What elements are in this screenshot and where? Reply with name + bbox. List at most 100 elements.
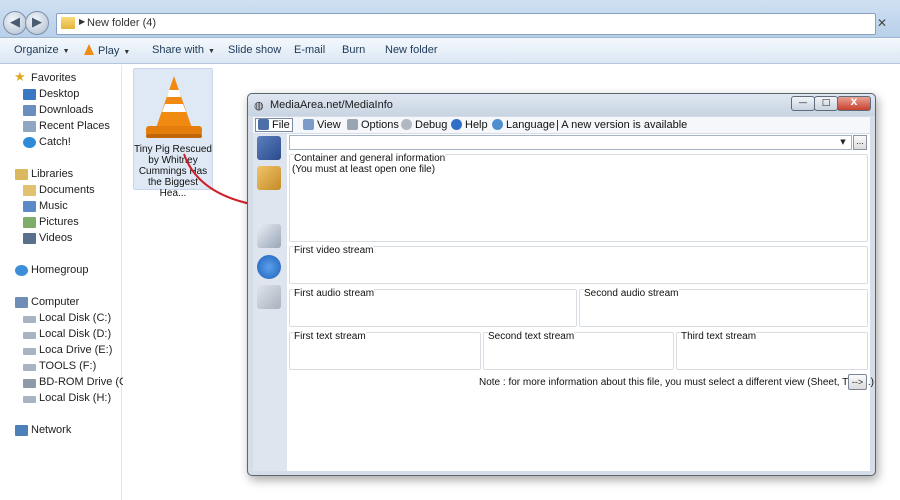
address-box[interactable]: ▶ New folder (4) xyxy=(56,13,876,35)
slide-show-button[interactable]: Slide show xyxy=(228,44,281,56)
open-file-icon[interactable] xyxy=(257,136,281,160)
new-version-notice[interactable]: | A new version is available xyxy=(556,119,687,131)
drive-icon xyxy=(23,316,36,323)
nav-label: TOOLS (F:) xyxy=(39,360,97,372)
general-info-group: Container and general information (You m… xyxy=(289,153,868,242)
menu-view[interactable]: View xyxy=(303,119,341,131)
catch-icon xyxy=(23,137,36,148)
file-menu-icon xyxy=(258,119,269,130)
chevron-down-icon: ▼ xyxy=(840,138,846,146)
drive-icon xyxy=(23,348,36,355)
general-info-text: (You must at least open one file) xyxy=(292,164,436,175)
debug-menu-icon xyxy=(401,119,412,130)
group-title: Second text stream xyxy=(488,331,575,342)
maximize-button[interactable]: □ xyxy=(814,96,838,111)
file-select-combo[interactable]: ▼ xyxy=(289,135,852,150)
drive-icon xyxy=(23,332,36,339)
forward-button[interactable]: ▶ xyxy=(25,11,49,35)
text-stream-2-group: Second text stream xyxy=(483,331,674,370)
change-view-button[interactable]: --> xyxy=(848,374,867,390)
videos-icon xyxy=(23,233,36,244)
export-icon[interactable] xyxy=(257,285,281,309)
menu-help[interactable]: Help xyxy=(451,119,488,131)
menu-debug[interactable]: Debug xyxy=(401,119,447,131)
video-stream-group: First video stream xyxy=(289,245,868,284)
organize-button[interactable]: Organize ▼ xyxy=(14,44,70,56)
about-icon[interactable] xyxy=(257,255,281,279)
nav-label: Pictures xyxy=(39,216,79,228)
dropdown-arrow-icon: ▼ xyxy=(62,48,70,55)
options-menu-icon xyxy=(347,119,358,130)
address-bar-area: ◀ ▶ ▶ New folder (4) ✕ xyxy=(0,0,900,38)
menu-language[interactable]: Language xyxy=(492,119,555,131)
nav-label: Local Disk (C:) xyxy=(39,312,112,324)
menu-bar: File View Options Debug Help Language | … xyxy=(253,117,870,133)
group-title: First text stream xyxy=(294,331,366,342)
nav-label: Documents xyxy=(39,184,95,196)
back-button[interactable]: ◀ xyxy=(3,11,27,35)
pictures-icon xyxy=(23,217,36,228)
nav-label: Computer xyxy=(31,296,80,308)
nav-label: Recent Places xyxy=(39,120,110,132)
group-title: First audio stream xyxy=(294,288,375,299)
libraries-icon xyxy=(15,169,28,180)
nav-label: Libraries xyxy=(31,168,74,180)
nav-label: Network xyxy=(31,424,72,436)
audio-stream-1-group: First audio stream xyxy=(289,288,577,327)
mediainfo-window: ◍ MediaArea.net/MediaInfo — □ X File Vie… xyxy=(247,93,876,476)
drive-icon xyxy=(23,364,36,371)
nav-label: Loca Drive (E:) xyxy=(39,344,113,356)
email-button[interactable]: E-mail xyxy=(294,44,325,56)
close-button[interactable]: X xyxy=(837,96,871,111)
nav-label: Catch! xyxy=(39,136,71,148)
share-with-button[interactable]: Share with ▼ xyxy=(152,44,215,56)
view-note: Note : for more information about this f… xyxy=(479,377,874,388)
group-title: Container and general information xyxy=(294,153,446,164)
nav-label: Homegroup xyxy=(31,264,89,276)
navigation-pane: ★ Favorites Desktop Downloads Recent Pla… xyxy=(0,65,143,500)
nav-label: Local Disk (H:) xyxy=(39,392,112,404)
window-titlebar[interactable]: ◍ MediaArea.net/MediaInfo — □ X xyxy=(248,94,875,116)
address-path: New folder (4) xyxy=(87,17,157,29)
mediainfo-app-icon: ◍ xyxy=(254,99,264,112)
nav-label: Downloads xyxy=(39,104,94,116)
group-title: First video stream xyxy=(294,245,374,256)
preferences-icon[interactable] xyxy=(257,224,281,248)
text-stream-1-group: First text stream xyxy=(289,331,481,370)
vlc-icon xyxy=(84,44,94,55)
view-menu-icon xyxy=(303,119,314,130)
burn-button[interactable]: Burn xyxy=(342,44,365,56)
breadcrumb-arrow-icon: ▶ xyxy=(79,17,86,26)
help-menu-icon xyxy=(451,119,462,130)
open-folder-icon[interactable] xyxy=(257,166,281,190)
folder-icon xyxy=(61,17,75,29)
close-icon[interactable]: ✕ xyxy=(877,16,887,30)
homegroup-icon xyxy=(15,265,28,276)
new-folder-button[interactable]: New folder xyxy=(385,44,438,56)
nav-label: Favorites xyxy=(31,72,77,84)
computer-icon xyxy=(15,297,28,308)
downloads-icon xyxy=(23,105,36,116)
dropdown-arrow-icon: ▼ xyxy=(123,49,131,56)
music-icon xyxy=(23,201,36,212)
minimize-button[interactable]: — xyxy=(791,96,815,111)
nav-label: Videos xyxy=(39,232,73,244)
audio-stream-2-group: Second audio stream xyxy=(579,288,868,327)
star-icon: ★ xyxy=(14,70,26,85)
menu-options[interactable]: Options xyxy=(347,119,399,131)
menu-file[interactable]: File xyxy=(255,118,293,132)
nav-label: Music xyxy=(39,200,68,212)
window-title: MediaArea.net/MediaInfo xyxy=(270,99,393,111)
browse-button[interactable]: ... xyxy=(853,135,867,150)
text-stream-3-group: Third text stream xyxy=(676,331,868,370)
recent-places-icon xyxy=(23,121,36,132)
group-title: Second audio stream xyxy=(584,288,679,299)
nav-label: Local Disk (D:) xyxy=(39,328,112,340)
documents-icon xyxy=(23,185,36,196)
drive-icon xyxy=(23,396,36,403)
command-bar: Organize ▼ Play ▼ Share with ▼ Slide show E… xyxy=(0,38,900,64)
desktop-icon xyxy=(23,89,36,100)
vlc-cone-icon xyxy=(146,76,202,138)
disc-drive-icon xyxy=(23,379,36,388)
play-button[interactable]: Play ▼ xyxy=(84,44,130,57)
